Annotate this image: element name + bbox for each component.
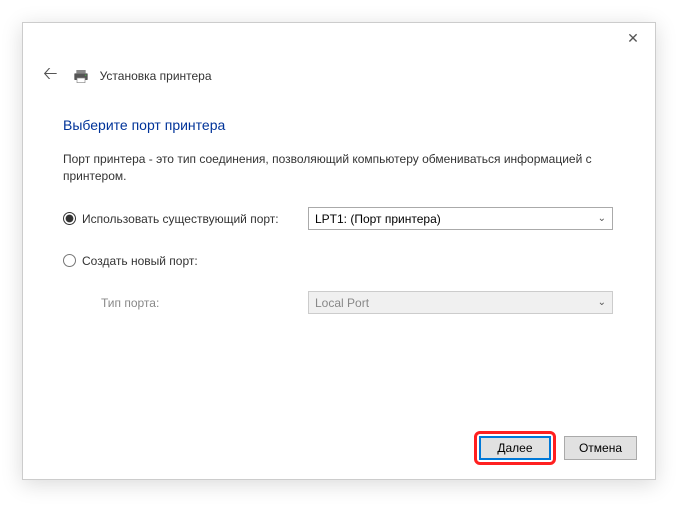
chevron-down-icon: ⌄	[598, 213, 606, 224]
printer-icon	[72, 68, 90, 84]
cancel-button[interactable]: Отмена	[564, 436, 637, 460]
port-type-select: Local Port ⌄	[308, 291, 613, 314]
page-title: Выберите порт принтера	[63, 117, 615, 133]
page-description: Порт принтера - это тип соединения, позв…	[63, 151, 615, 185]
radio-existing-input[interactable]	[63, 212, 76, 225]
radio-existing-label: Использовать существующий порт:	[82, 212, 279, 226]
wizard-header: 🡠 Установка принтера	[23, 53, 655, 93]
existing-port-select[interactable]: LPT1: (Порт принтера) ⌄	[308, 207, 613, 230]
radio-create-input[interactable]	[63, 254, 76, 267]
port-type-row: Тип порта: Local Port ⌄	[63, 291, 615, 315]
radio-create-port[interactable]: Создать новый порт:	[63, 254, 308, 268]
close-button[interactable]: ✕	[619, 28, 647, 48]
chevron-down-icon: ⌄	[598, 297, 606, 308]
option-create-port-row: Создать новый порт:	[63, 249, 615, 273]
port-type-label: Тип порта:	[101, 296, 308, 310]
highlight-annotation: Далее	[474, 431, 556, 465]
wizard-window: ✕ 🡠 Установка принтера Выберите порт при…	[22, 22, 656, 480]
back-button[interactable]: 🡠	[39, 59, 62, 93]
radio-existing-port[interactable]: Использовать существующий порт:	[63, 212, 308, 226]
existing-port-value: LPT1: (Порт принтера)	[315, 212, 441, 226]
port-type-value: Local Port	[315, 296, 369, 310]
titlebar: ✕	[23, 23, 655, 53]
wizard-title: Установка принтера	[100, 69, 212, 83]
radio-create-label: Создать новый порт:	[82, 254, 198, 268]
next-button[interactable]: Далее	[479, 436, 551, 460]
option-existing-port-row: Использовать существующий порт: LPT1: (П…	[63, 207, 615, 231]
wizard-content: Выберите порт принтера Порт принтера - э…	[23, 93, 655, 315]
wizard-footer: Далее Отмена	[474, 431, 637, 465]
